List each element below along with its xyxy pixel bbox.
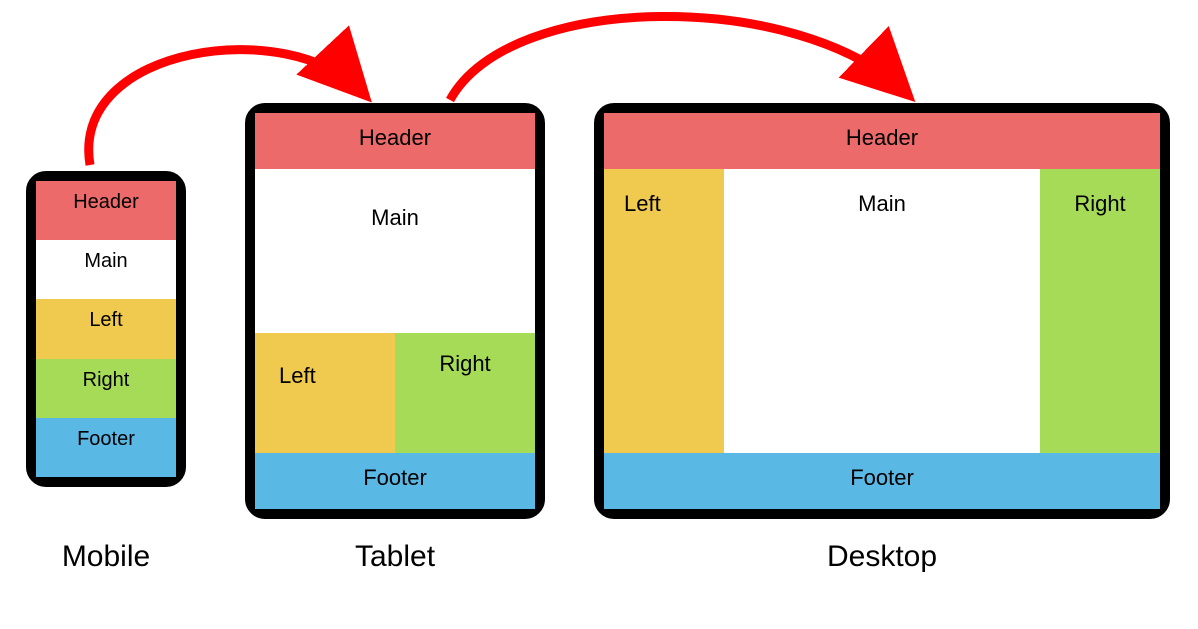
- arrow-tablet-to-desktop: [450, 16, 905, 100]
- mobile-main-region: Main: [36, 240, 176, 299]
- region-label: Right: [1074, 191, 1125, 217]
- desktop-main-region: Main: [724, 169, 1040, 453]
- mobile-right-region: Right: [36, 359, 176, 418]
- region-label: Right: [439, 351, 490, 377]
- tablet-caption: Tablet: [245, 540, 545, 574]
- mobile-caption: Mobile: [26, 540, 186, 574]
- tablet-footer-region: Footer: [255, 453, 535, 509]
- region-label: Main: [858, 191, 906, 217]
- region-label: Footer: [363, 465, 427, 491]
- desktop-caption: Desktop: [594, 540, 1170, 574]
- region-label: Left: [279, 363, 316, 389]
- tablet-left-region: Left: [255, 333, 395, 453]
- desktop-footer-region: Footer: [604, 453, 1160, 509]
- mobile-left-region: Left: [36, 299, 176, 358]
- region-label: Footer: [850, 465, 914, 491]
- region-label: Header: [73, 191, 139, 214]
- tablet-device-frame: Header Main Left Right Footer: [245, 103, 545, 519]
- mobile-device-frame: Header Main Left Right Footer: [26, 171, 186, 487]
- desktop-right-region: Right: [1040, 169, 1160, 453]
- desktop-header-region: Header: [604, 113, 1160, 169]
- responsive-layout-diagram: Header Main Left Right Footer Mobile Hea…: [0, 0, 1198, 629]
- region-label: Main: [84, 250, 127, 273]
- region-label: Left: [624, 191, 661, 217]
- desktop-device-frame: Header Left Main Right Footer: [594, 103, 1170, 519]
- region-label: Header: [846, 125, 918, 151]
- tablet-header-region: Header: [255, 113, 535, 169]
- region-label: Footer: [77, 428, 135, 451]
- mobile-footer-region: Footer: [36, 418, 176, 477]
- desktop-left-region: Left: [604, 169, 724, 453]
- mobile-header-region: Header: [36, 181, 176, 240]
- tablet-main-region: Main: [255, 169, 535, 333]
- region-label: Header: [359, 125, 431, 151]
- region-label: Right: [83, 369, 130, 392]
- region-label: Left: [89, 309, 122, 332]
- region-label: Main: [371, 205, 419, 231]
- tablet-right-region: Right: [395, 333, 535, 453]
